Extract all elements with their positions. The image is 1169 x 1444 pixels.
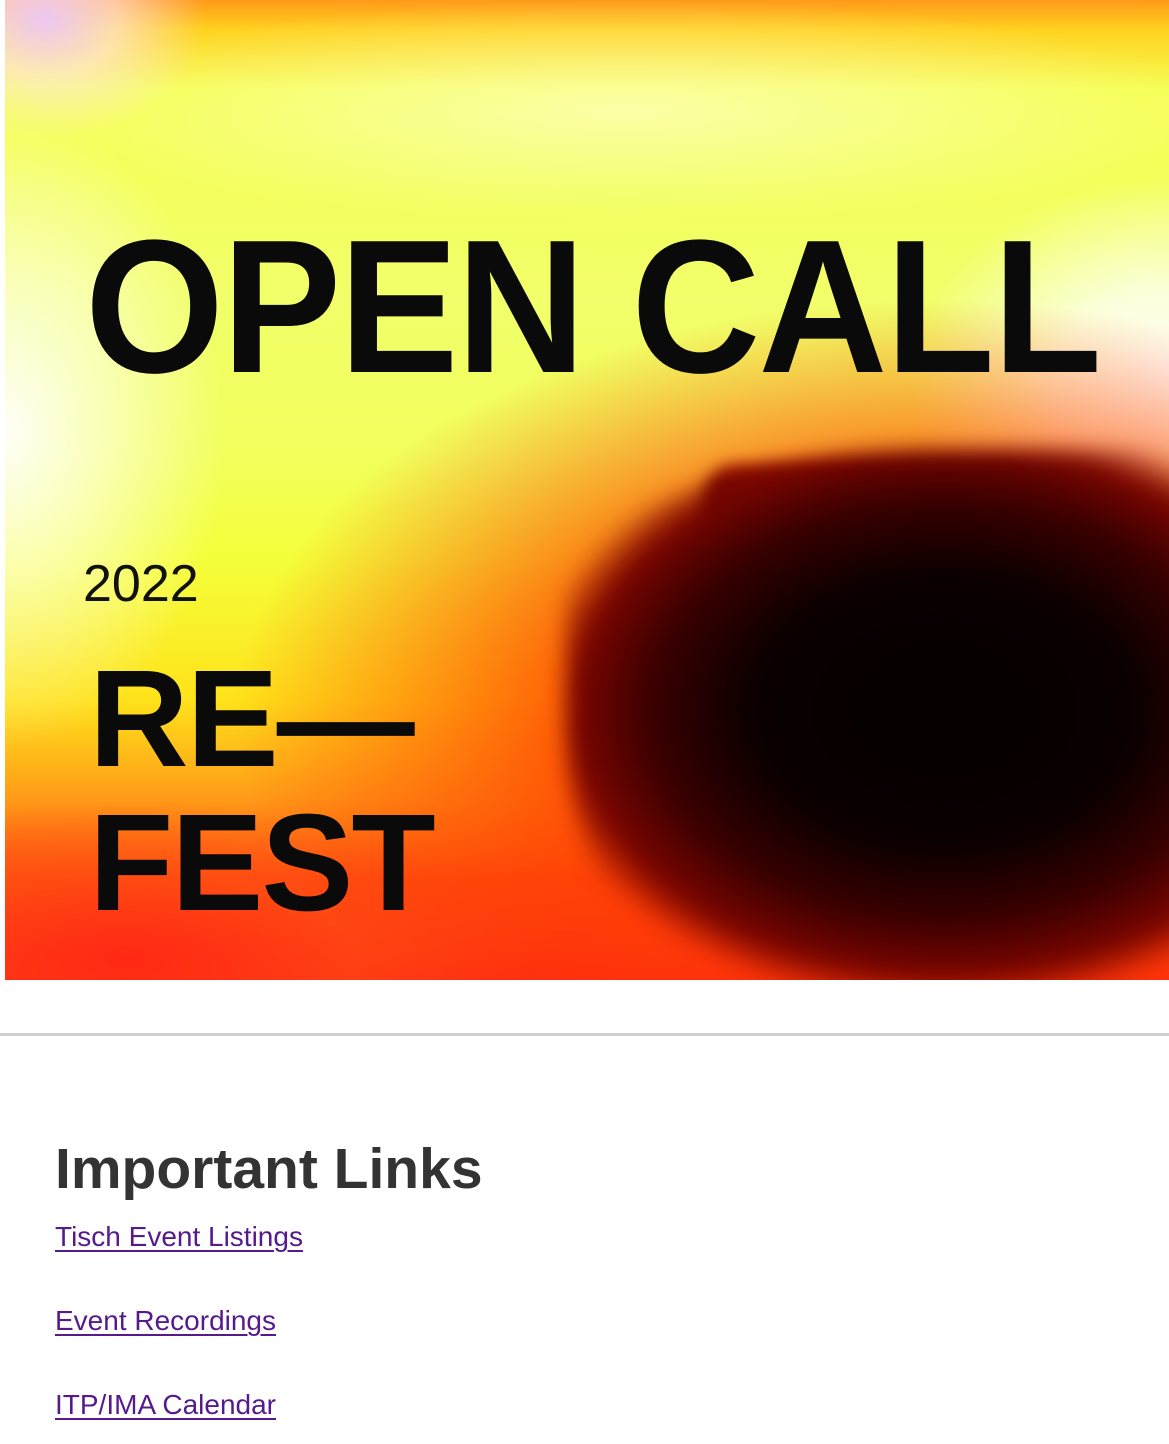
- link-itp-ima-calendar[interactable]: ITP/IMA Calendar: [55, 1389, 276, 1420]
- poster-title-line-2: FEST: [89, 786, 436, 940]
- list-item: ITP/IMA Calendar: [55, 1387, 1115, 1444]
- list-item: Event Recordings: [55, 1303, 1115, 1387]
- important-links-list: Tisch Event Listings Event Recordings IT…: [55, 1219, 1115, 1444]
- poster-dark-shape: [565, 450, 1169, 980]
- important-links-section: Important Links Tisch Event Listings Eve…: [55, 1138, 1115, 1444]
- poster-title-line-1: RE—: [89, 642, 415, 796]
- poster-year: 2022: [83, 555, 199, 613]
- poster-headline: OPEN CALL: [85, 201, 1102, 413]
- link-event-recordings[interactable]: Event Recordings: [55, 1305, 276, 1336]
- link-tisch-event-listings[interactable]: Tisch Event Listings: [55, 1221, 303, 1252]
- open-call-poster: OPEN CALL 2022 RE— FEST: [5, 0, 1169, 980]
- page: OPEN CALL 2022 RE— FEST Important Links …: [0, 0, 1169, 1444]
- important-links-heading: Important Links: [55, 1137, 483, 1201]
- list-item: Tisch Event Listings: [55, 1219, 1115, 1303]
- section-divider: [0, 1033, 1169, 1036]
